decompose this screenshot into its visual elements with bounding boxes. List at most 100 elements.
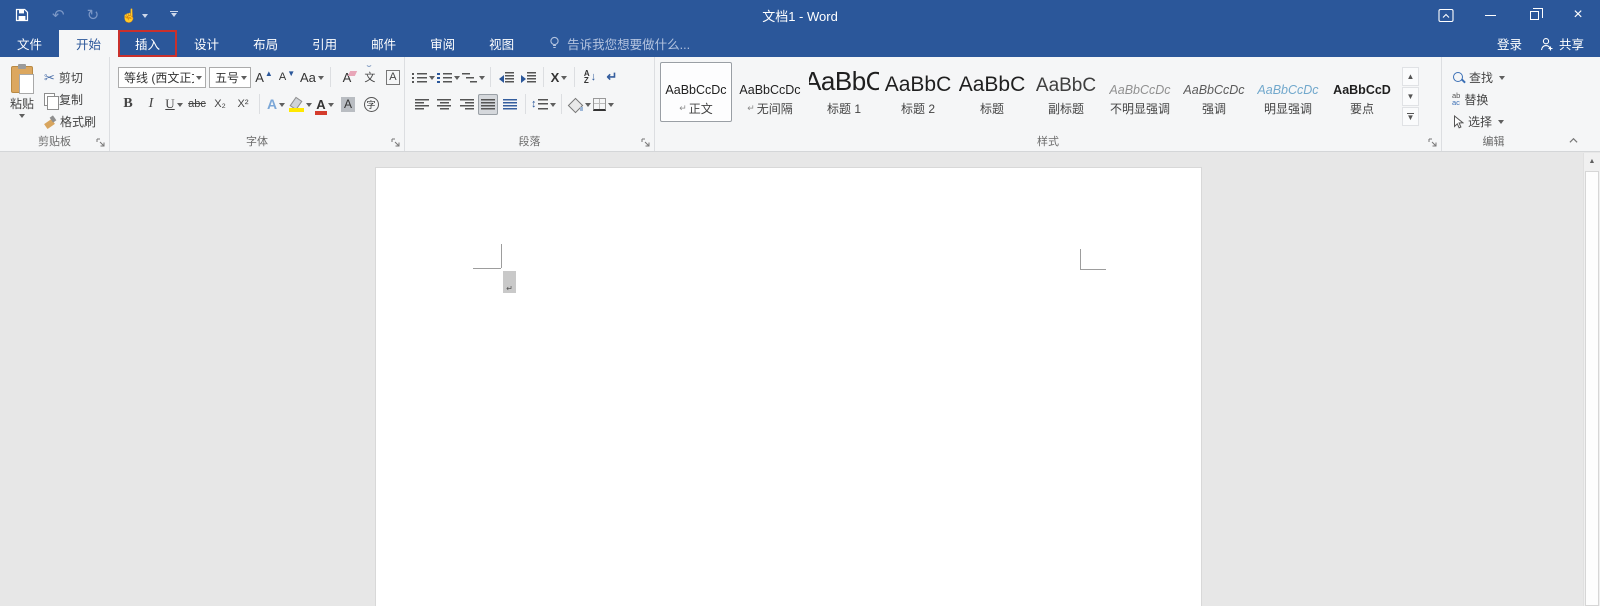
text-effects-button[interactable]: A: [266, 94, 286, 115]
font-color-icon: A: [316, 97, 325, 112]
gallery-more-button[interactable]: ▼: [1402, 107, 1419, 126]
style-strong[interactable]: AaBbCcD 要点: [1326, 62, 1398, 122]
font-name-combo[interactable]: 等线 (西文正文: [118, 67, 206, 88]
style-subtle-emphasis[interactable]: AaBbCcDc 不明显强调: [1104, 62, 1176, 122]
bold-button[interactable]: B: [118, 94, 138, 115]
select-button[interactable]: 选择: [1452, 112, 1545, 131]
change-case-button[interactable]: Aa: [300, 67, 324, 88]
chevron-down-icon: [429, 76, 435, 83]
increase-indent-button[interactable]: [518, 67, 538, 88]
paragraph-dialog-launcher[interactable]: [639, 136, 651, 148]
styles-dialog-launcher[interactable]: [1426, 136, 1438, 148]
tab-insert[interactable]: 插入: [118, 30, 177, 57]
redo-icon: ↻: [87, 8, 100, 23]
restore-button[interactable]: [1512, 0, 1556, 30]
font-color-button[interactable]: A: [315, 94, 335, 115]
minimize-button[interactable]: [1468, 0, 1512, 30]
clipboard-dialog-launcher[interactable]: [94, 136, 106, 148]
sign-in-button[interactable]: 登录: [1497, 34, 1522, 53]
style-subtitle[interactable]: AaBbC 副标题: [1030, 62, 1102, 122]
enclose-characters-button[interactable]: 字: [361, 94, 381, 115]
collapse-ribbon-button[interactable]: [1569, 136, 1578, 145]
bullets-button[interactable]: [412, 67, 435, 88]
strikethrough-button[interactable]: abc: [187, 94, 207, 115]
numbering-button[interactable]: [437, 67, 460, 88]
distribute-button[interactable]: [500, 94, 520, 115]
close-icon: ×: [1573, 7, 1582, 23]
group-clipboard: 粘贴 ✂ 剪切 复制 格式刷 剪贴板: [0, 57, 110, 151]
sort-button[interactable]: AZ ↓: [580, 67, 600, 88]
shrink-font-button[interactable]: A▼: [277, 67, 297, 88]
style-title[interactable]: AaBbC 标题: [956, 62, 1028, 122]
font-size-combo[interactable]: 五号: [209, 67, 251, 88]
strikethrough-icon: abc: [188, 98, 206, 110]
text-highlight-button[interactable]: [289, 94, 312, 115]
grow-font-button[interactable]: A▲: [254, 67, 274, 88]
cut-button[interactable]: ✂ 剪切: [44, 68, 96, 87]
lightbulb-icon: [549, 36, 560, 51]
underline-button[interactable]: U: [164, 94, 184, 115]
redo-button[interactable]: ↻: [87, 0, 100, 30]
replace-button[interactable]: ab ac 替换: [1452, 90, 1545, 109]
tab-home[interactable]: 开始: [59, 30, 118, 57]
align-right-button[interactable]: [456, 94, 476, 115]
borders-button[interactable]: [593, 94, 614, 115]
style-heading-2[interactable]: AaBbC 标题 2: [882, 62, 954, 122]
character-shading-button[interactable]: A: [338, 94, 358, 115]
scroll-up-button[interactable]: ▲: [1584, 153, 1600, 170]
copy-button[interactable]: 复制: [44, 90, 96, 109]
align-center-button[interactable]: [434, 94, 454, 115]
tell-me-box[interactable]: 告诉我您想要做什么...: [549, 30, 690, 57]
font-dialog-launcher[interactable]: [389, 136, 401, 148]
sort-icon: AZ ↓: [584, 70, 596, 84]
align-left-button[interactable]: [412, 94, 432, 115]
tab-design[interactable]: 设计: [177, 30, 236, 57]
clear-formatting-button[interactable]: A: [337, 67, 357, 88]
tab-mailings[interactable]: 邮件: [354, 30, 413, 57]
tab-file[interactable]: 文件: [0, 30, 59, 57]
customize-qat-button[interactable]: [170, 0, 178, 30]
tab-references[interactable]: 引用: [295, 30, 354, 57]
character-border-button[interactable]: A: [383, 67, 403, 88]
shading-button[interactable]: [567, 94, 591, 115]
tab-view[interactable]: 视图: [472, 30, 531, 57]
line-spacing-button[interactable]: ↕: [531, 94, 556, 115]
asian-layout-button[interactable]: X: [549, 67, 569, 88]
style-no-spacing[interactable]: AaBbCcDc ↵无间隔: [734, 62, 806, 122]
share-button[interactable]: 共享: [1540, 34, 1584, 53]
italic-button[interactable]: I: [141, 94, 161, 115]
superscript-icon: X²: [238, 98, 249, 110]
vertical-scrollbar[interactable]: ▲: [1583, 153, 1600, 606]
scrollbar-thumb[interactable]: [1585, 171, 1599, 606]
format-painter-button[interactable]: 格式刷: [44, 112, 96, 131]
document-page[interactable]: ↵: [375, 167, 1202, 606]
style-normal[interactable]: AaBbCcDc ↵正文: [660, 62, 732, 122]
margin-crop-mark: [501, 244, 502, 268]
phonetic-guide-button[interactable]: 文: [360, 67, 380, 88]
style-intense-emphasis[interactable]: AaBbCcDc 明显强调: [1252, 62, 1324, 122]
gallery-row-up-button[interactable]: ▲: [1402, 67, 1419, 86]
clear-formatting-icon: A: [343, 70, 352, 85]
decrease-indent-button[interactable]: [496, 67, 516, 88]
styles-group-label: 样式: [655, 133, 1441, 149]
tab-review[interactable]: 审阅: [413, 30, 472, 57]
paragraph-row-2: ↕: [405, 92, 654, 116]
undo-button[interactable]: ↶: [52, 0, 65, 30]
close-button[interactable]: ×: [1556, 0, 1600, 30]
ribbon-display-options-button[interactable]: [1424, 0, 1468, 30]
touch-mouse-mode-button[interactable]: ☝: [121, 0, 148, 30]
superscript-button[interactable]: X²: [233, 94, 253, 115]
style-heading-1[interactable]: AaBbC 标题 1: [808, 62, 880, 122]
text-cursor-block[interactable]: ↵: [503, 271, 516, 293]
margin-crop-mark: [1080, 249, 1081, 269]
style-emphasis[interactable]: AaBbCcDc 强调: [1178, 62, 1250, 122]
find-button[interactable]: 查找: [1452, 68, 1545, 87]
touch-hand-icon: ☝: [121, 9, 137, 22]
tab-layout[interactable]: 布局: [236, 30, 295, 57]
subscript-button[interactable]: X₂: [210, 94, 230, 115]
save-button[interactable]: [14, 0, 30, 30]
justify-button[interactable]: [478, 94, 498, 115]
multilevel-list-button[interactable]: [462, 67, 485, 88]
show-hide-marks-button[interactable]: ↵: [602, 67, 622, 88]
gallery-row-down-button[interactable]: ▼: [1402, 87, 1419, 106]
